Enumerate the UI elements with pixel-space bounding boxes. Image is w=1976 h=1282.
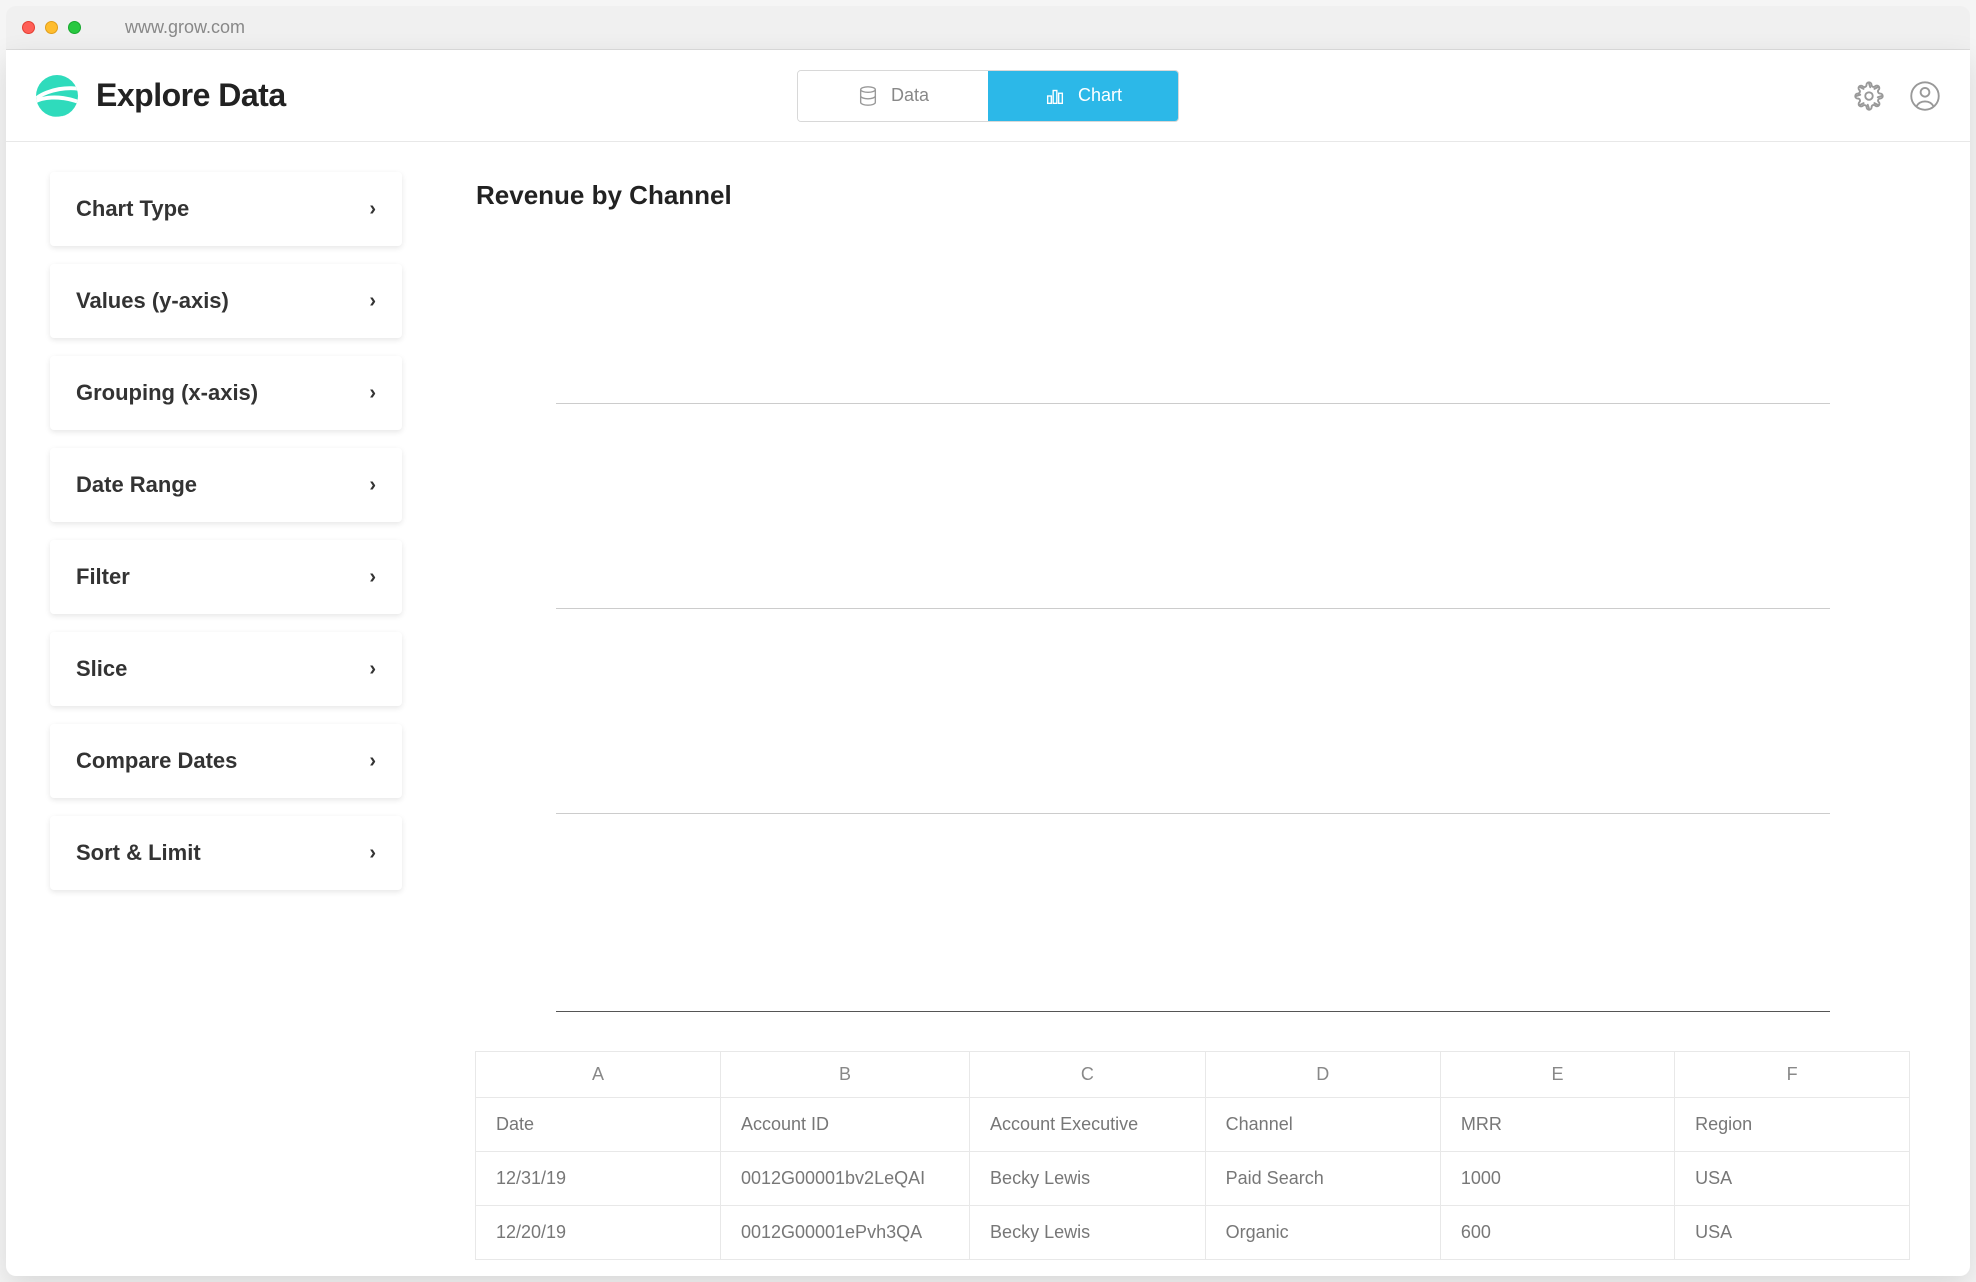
column-letter[interactable]: E [1440,1052,1674,1098]
header-cell[interactable]: Account ID [720,1098,969,1152]
chevron-right-icon: › [369,198,376,221]
page-title: Explore Data [96,77,286,114]
column-letter[interactable]: B [720,1052,969,1098]
tab-data[interactable]: Data [798,71,988,121]
tab-chart[interactable]: Chart [988,71,1178,121]
table-cell[interactable]: USA [1675,1152,1910,1206]
header-cell[interactable]: Region [1675,1098,1910,1152]
table-row: 12/31/19 0012G00001bv2LeQAI Becky Lewis … [476,1152,1910,1206]
sidebar-item-grouping-x-axis[interactable]: Grouping (x-axis) › [50,356,402,430]
sidebar-item-label: Sort & Limit [76,840,201,866]
table-cell[interactable]: 0012G00001bv2LeQAI [720,1152,969,1206]
chart-gridline [556,813,1830,814]
column-letter[interactable]: C [970,1052,1206,1098]
sidebar-item-label: Slice [76,656,127,682]
chevron-right-icon: › [369,566,376,589]
user-profile-icon[interactable] [1910,81,1940,111]
sidebar-item-label: Compare Dates [76,748,237,774]
bar-chart-icon [1044,85,1066,107]
tab-chart-label: Chart [1078,85,1122,106]
sidebar-item-sort-limit[interactable]: Sort & Limit › [50,816,402,890]
header-cell[interactable]: Date [476,1098,721,1152]
sidebar-item-label: Grouping (x-axis) [76,380,258,406]
sidebar-item-values-y-axis[interactable]: Values (y-axis) › [50,264,402,338]
chart-gridline [556,608,1830,609]
gear-icon[interactable] [1854,81,1884,111]
chart-gridline [556,403,1830,404]
tab-data-label: Data [891,85,929,106]
chevron-right-icon: › [369,658,376,681]
sidebar-item-compare-dates[interactable]: Compare Dates › [50,724,402,798]
chart-canvas [556,251,1830,1011]
table-cell[interactable]: Becky Lewis [970,1206,1206,1260]
header-cell[interactable]: Channel [1205,1098,1440,1152]
sidebar-item-label: Chart Type [76,196,189,222]
table-cell[interactable]: Organic [1205,1206,1440,1260]
sidebar-item-label: Date Range [76,472,197,498]
table-cell[interactable]: 1000 [1440,1152,1674,1206]
sidebar-item-slice[interactable]: Slice › [50,632,402,706]
sidebar: Chart Type › Values (y-axis) › Grouping … [6,142,446,1276]
table-cell[interactable]: 0012G00001ePvh3QA [720,1206,969,1260]
maximize-window-button[interactable] [68,21,81,34]
table-header-row: Date Account ID Account Executive Channe… [476,1098,1910,1152]
table-cell[interactable]: Paid Search [1205,1152,1440,1206]
table-row: 12/20/19 0012G00001ePvh3QA Becky Lewis O… [476,1206,1910,1260]
chevron-right-icon: › [369,382,376,405]
chevron-right-icon: › [369,842,376,865]
browser-chrome: www.grow.com [6,6,1970,50]
header-cell[interactable]: Account Executive [970,1098,1206,1152]
table-cell[interactable]: USA [1675,1206,1910,1260]
database-icon [857,85,879,107]
data-table: A B C D E F Date Account ID [475,1051,1910,1260]
column-letter[interactable]: A [476,1052,721,1098]
minimize-window-button[interactable] [45,21,58,34]
column-letter[interactable]: D [1205,1052,1440,1098]
address-bar-url[interactable]: www.grow.com [105,17,245,38]
view-switcher: Data Chart [797,70,1179,122]
chevron-right-icon: › [369,750,376,773]
chevron-right-icon: › [369,290,376,313]
window-controls [22,21,81,34]
table-cell[interactable]: 12/20/19 [476,1206,721,1260]
grow-logo-icon [36,75,78,117]
header-cell[interactable]: MRR [1440,1098,1674,1152]
chart-title: Revenue by Channel [476,180,1910,211]
data-table-wrap: A B C D E F Date Account ID [475,1051,1910,1276]
app-header: Explore Data Data [6,50,1970,142]
close-window-button[interactable] [22,21,35,34]
chevron-right-icon: › [369,474,376,497]
table-column-letters-row: A B C D E F [476,1052,1910,1098]
sidebar-item-date-range[interactable]: Date Range › [50,448,402,522]
sidebar-item-label: Filter [76,564,130,590]
chart-baseline [556,1011,1830,1012]
column-letter[interactable]: F [1675,1052,1910,1098]
main-content: Revenue by Channel A B C [446,142,1970,1276]
sidebar-item-chart-type[interactable]: Chart Type › [50,172,402,246]
sidebar-item-label: Values (y-axis) [76,288,229,314]
table-cell[interactable]: Becky Lewis [970,1152,1206,1206]
sidebar-item-filter[interactable]: Filter › [50,540,402,614]
table-cell[interactable]: 12/31/19 [476,1152,721,1206]
table-cell[interactable]: 600 [1440,1206,1674,1260]
